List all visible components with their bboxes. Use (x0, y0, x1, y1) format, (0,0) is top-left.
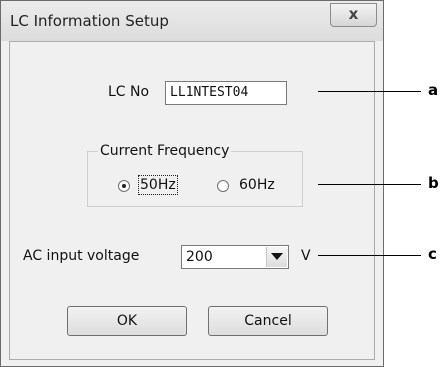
radio-50hz[interactable] (118, 180, 130, 192)
lc-no-input[interactable]: LL1NTEST04 (165, 81, 287, 105)
radio-selected-dot (122, 184, 126, 188)
callout-c: c (428, 245, 437, 263)
callout-b: b (428, 174, 439, 192)
title-bar: LC Information Setup x (1, 1, 383, 41)
callout-line-a (318, 91, 421, 92)
ok-button[interactable]: OK (67, 306, 187, 336)
ac-voltage-unit: V (301, 248, 311, 264)
radio-60hz[interactable] (217, 180, 229, 192)
chevron-down-icon (271, 253, 283, 260)
lc-no-label: LC No (108, 84, 150, 100)
close-icon: x (348, 5, 359, 23)
callout-line-b (318, 184, 421, 185)
radio-50hz-label[interactable]: 50Hz (138, 175, 178, 195)
dropdown-button[interactable] (266, 247, 287, 267)
radio-60hz-label[interactable]: 60Hz (239, 177, 275, 193)
frequency-group-title: Current Frequency (98, 143, 232, 159)
ac-voltage-label: AC input voltage (23, 248, 140, 264)
ac-voltage-select[interactable]: 200 (181, 245, 289, 269)
callout-line-c (318, 255, 421, 256)
callout-a: a (428, 81, 439, 99)
cancel-button[interactable]: Cancel (208, 306, 328, 336)
ac-voltage-value: 200 (186, 249, 213, 265)
close-button[interactable]: x (330, 3, 377, 27)
window-title: LC Information Setup (10, 12, 169, 30)
